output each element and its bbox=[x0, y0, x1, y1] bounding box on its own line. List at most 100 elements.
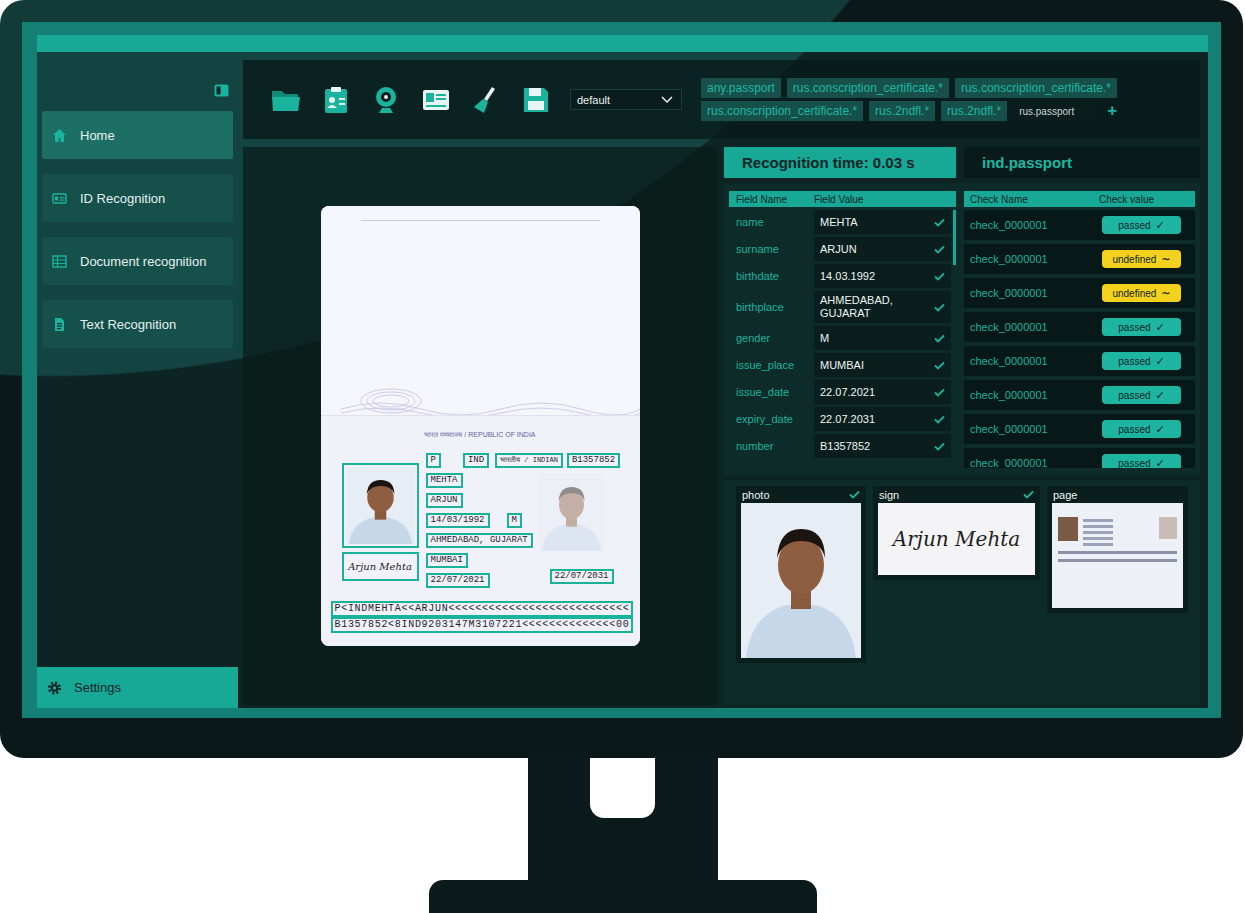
id-scan-icon[interactable] bbox=[420, 84, 452, 116]
settings-button[interactable]: Settings bbox=[37, 667, 238, 708]
clipboard-id-icon[interactable] bbox=[320, 84, 352, 116]
check-status-text: passed bbox=[1118, 390, 1150, 401]
fields-rows: nameMEHTAsurnameARJUNbirthdate14.03.1992… bbox=[729, 210, 951, 468]
add-tag-button[interactable]: + bbox=[1103, 101, 1121, 121]
field-row: issue_place MUMBAI bbox=[729, 353, 951, 377]
sidebar-item-label: Text Recognition bbox=[80, 317, 176, 332]
thumbnail-line bbox=[1083, 525, 1113, 528]
sidebar-item[interactable]: ID Recognition bbox=[42, 174, 233, 222]
field-value: 22.07.2021 bbox=[814, 380, 951, 404]
sidebar-item-label: ID Recognition bbox=[80, 191, 165, 206]
thumbnail-line bbox=[1083, 519, 1113, 522]
detected-field: AHMEDABAD, GUJARAT bbox=[426, 533, 533, 548]
collapse-icon[interactable] bbox=[214, 83, 229, 97]
check-row: check_0000001passed✓ bbox=[964, 414, 1195, 444]
image-card-header: page bbox=[1052, 486, 1183, 503]
document-type-tag[interactable]: rus.conscription_certificate.* bbox=[787, 78, 949, 98]
image-card-header: sign bbox=[878, 486, 1035, 503]
detected-field: IND bbox=[463, 453, 489, 468]
check-row: check_0000001undefined~ bbox=[964, 278, 1195, 308]
field-value: B1357852 bbox=[814, 434, 951, 458]
check-status-text: passed bbox=[1118, 220, 1150, 231]
detected-signature: Arjun Mehta bbox=[342, 552, 419, 581]
tag-input[interactable] bbox=[1013, 101, 1097, 121]
image-card: signArjun Mehta bbox=[873, 486, 1040, 580]
check-status-icon: ~ bbox=[1161, 287, 1170, 300]
webcam-icon[interactable] bbox=[370, 84, 402, 116]
extracted-images: photo signArjun Mehta page bbox=[724, 480, 1200, 705]
check-icon bbox=[1023, 490, 1034, 499]
field-row: birthplaceAHMEDABAD, GUJARAT bbox=[729, 291, 951, 323]
check-row: check_0000001passed✓ bbox=[964, 380, 1195, 410]
check-status-badge: passed ✓ bbox=[1102, 318, 1181, 336]
monitor: Home ID Recognition Document recognition Te… bbox=[0, 0, 1243, 758]
check-status-text: undefined bbox=[1112, 288, 1156, 299]
check-name: check_0000001 bbox=[970, 253, 1048, 265]
photo-image bbox=[741, 503, 861, 658]
check-name: check_0000001 bbox=[970, 321, 1048, 333]
column-header: Check value bbox=[1099, 194, 1154, 205]
save-icon[interactable] bbox=[520, 84, 552, 116]
passport-data-page: भारत गणराज्य / REPUBLIC OF INDIAArjun Me… bbox=[321, 415, 640, 646]
document-type-tag[interactable]: rus.conscription_certificate.* bbox=[701, 101, 863, 121]
detected-field: MEHTA bbox=[426, 473, 463, 488]
check-status-icon: ✓ bbox=[1156, 321, 1165, 334]
field-value-text: 22.07.2031 bbox=[820, 413, 875, 426]
document-type-tag[interactable]: any.passport bbox=[701, 78, 781, 98]
stand-cutout bbox=[590, 758, 655, 818]
checks-table-header: Check NameCheck value bbox=[964, 191, 1195, 207]
signature-image: Arjun Mehta bbox=[878, 503, 1035, 575]
detected-photo bbox=[342, 463, 419, 548]
thumbnail-line bbox=[1083, 537, 1113, 540]
broom-icon[interactable] bbox=[470, 84, 502, 116]
document-type-tag[interactable]: rus.2ndfl.* bbox=[941, 101, 1007, 121]
check-status-text: passed bbox=[1118, 322, 1150, 333]
image-card: page bbox=[1047, 486, 1188, 613]
passport-ghost-column: 22/07/2031 bbox=[539, 473, 614, 588]
field-name: birthplace bbox=[729, 291, 814, 323]
field-value-text: MEHTA bbox=[820, 216, 858, 229]
field-value-text: AHMEDABAD, GUJARAT bbox=[820, 294, 920, 320]
field-row: surnameARJUN bbox=[729, 237, 951, 261]
detected-field: MUMBAI bbox=[426, 553, 468, 568]
sidebar-item[interactable]: Text Recognition bbox=[42, 300, 233, 348]
field-value: 22.07.2031 bbox=[814, 407, 951, 431]
profile-dropdown[interactable]: default bbox=[570, 89, 682, 110]
sidebar-item[interactable]: Home bbox=[42, 111, 233, 159]
passport-upper-page bbox=[321, 206, 640, 415]
page-rule bbox=[361, 220, 600, 221]
check-row: check_0000001passed✓ bbox=[964, 210, 1195, 240]
check-status-badge: undefined~ bbox=[1102, 250, 1181, 268]
fields-table-body: nameMEHTAsurnameARJUNbirthdate14.03.1992… bbox=[729, 210, 956, 468]
id-card-icon bbox=[52, 191, 67, 206]
check-icon bbox=[934, 272, 945, 281]
field-value-text: B1357852 bbox=[820, 440, 870, 453]
field-value: M bbox=[814, 326, 951, 350]
check-icon bbox=[934, 361, 945, 370]
check-status-badge: passed✓ bbox=[1102, 352, 1181, 370]
check-status-badge: passed✓ bbox=[1102, 216, 1181, 234]
check-icon bbox=[1171, 490, 1182, 499]
document-type-tag[interactable]: rus.2ndfl.* bbox=[869, 101, 935, 121]
detected-field: P bbox=[426, 453, 441, 468]
passport-data-area: Arjun MehtaPINDभारतीय / INDIANB1357852ME… bbox=[321, 453, 640, 588]
check-status-text: passed bbox=[1118, 458, 1150, 469]
check-row: check_0000001passed✓ bbox=[964, 346, 1195, 376]
portrait-photo bbox=[346, 467, 415, 544]
field-value-text: MUMBAI bbox=[820, 359, 864, 372]
collapse-row bbox=[37, 83, 238, 97]
thumbnail-lines bbox=[1083, 517, 1154, 546]
sidebar-item[interactable]: Document recognition bbox=[42, 237, 233, 285]
detected-field: 22/07/2021 bbox=[426, 573, 490, 588]
open-folder-icon[interactable] bbox=[270, 84, 302, 116]
image-label: page bbox=[1053, 489, 1077, 501]
detected-field: 14/03/1992 bbox=[426, 513, 490, 528]
field-row: numberB1357852 bbox=[729, 434, 951, 458]
field-value: AHMEDABAD, GUJARAT bbox=[814, 291, 951, 323]
scrollbar[interactable] bbox=[953, 210, 956, 265]
document-type-tag[interactable]: rus.conscription_certificate.* bbox=[955, 78, 1117, 98]
field-name: issue_place bbox=[729, 353, 814, 377]
result-header: Recognition time: 0.03 sind.passport bbox=[724, 147, 1200, 178]
image-label: photo bbox=[742, 489, 770, 501]
column-header: Field Value bbox=[814, 194, 863, 205]
